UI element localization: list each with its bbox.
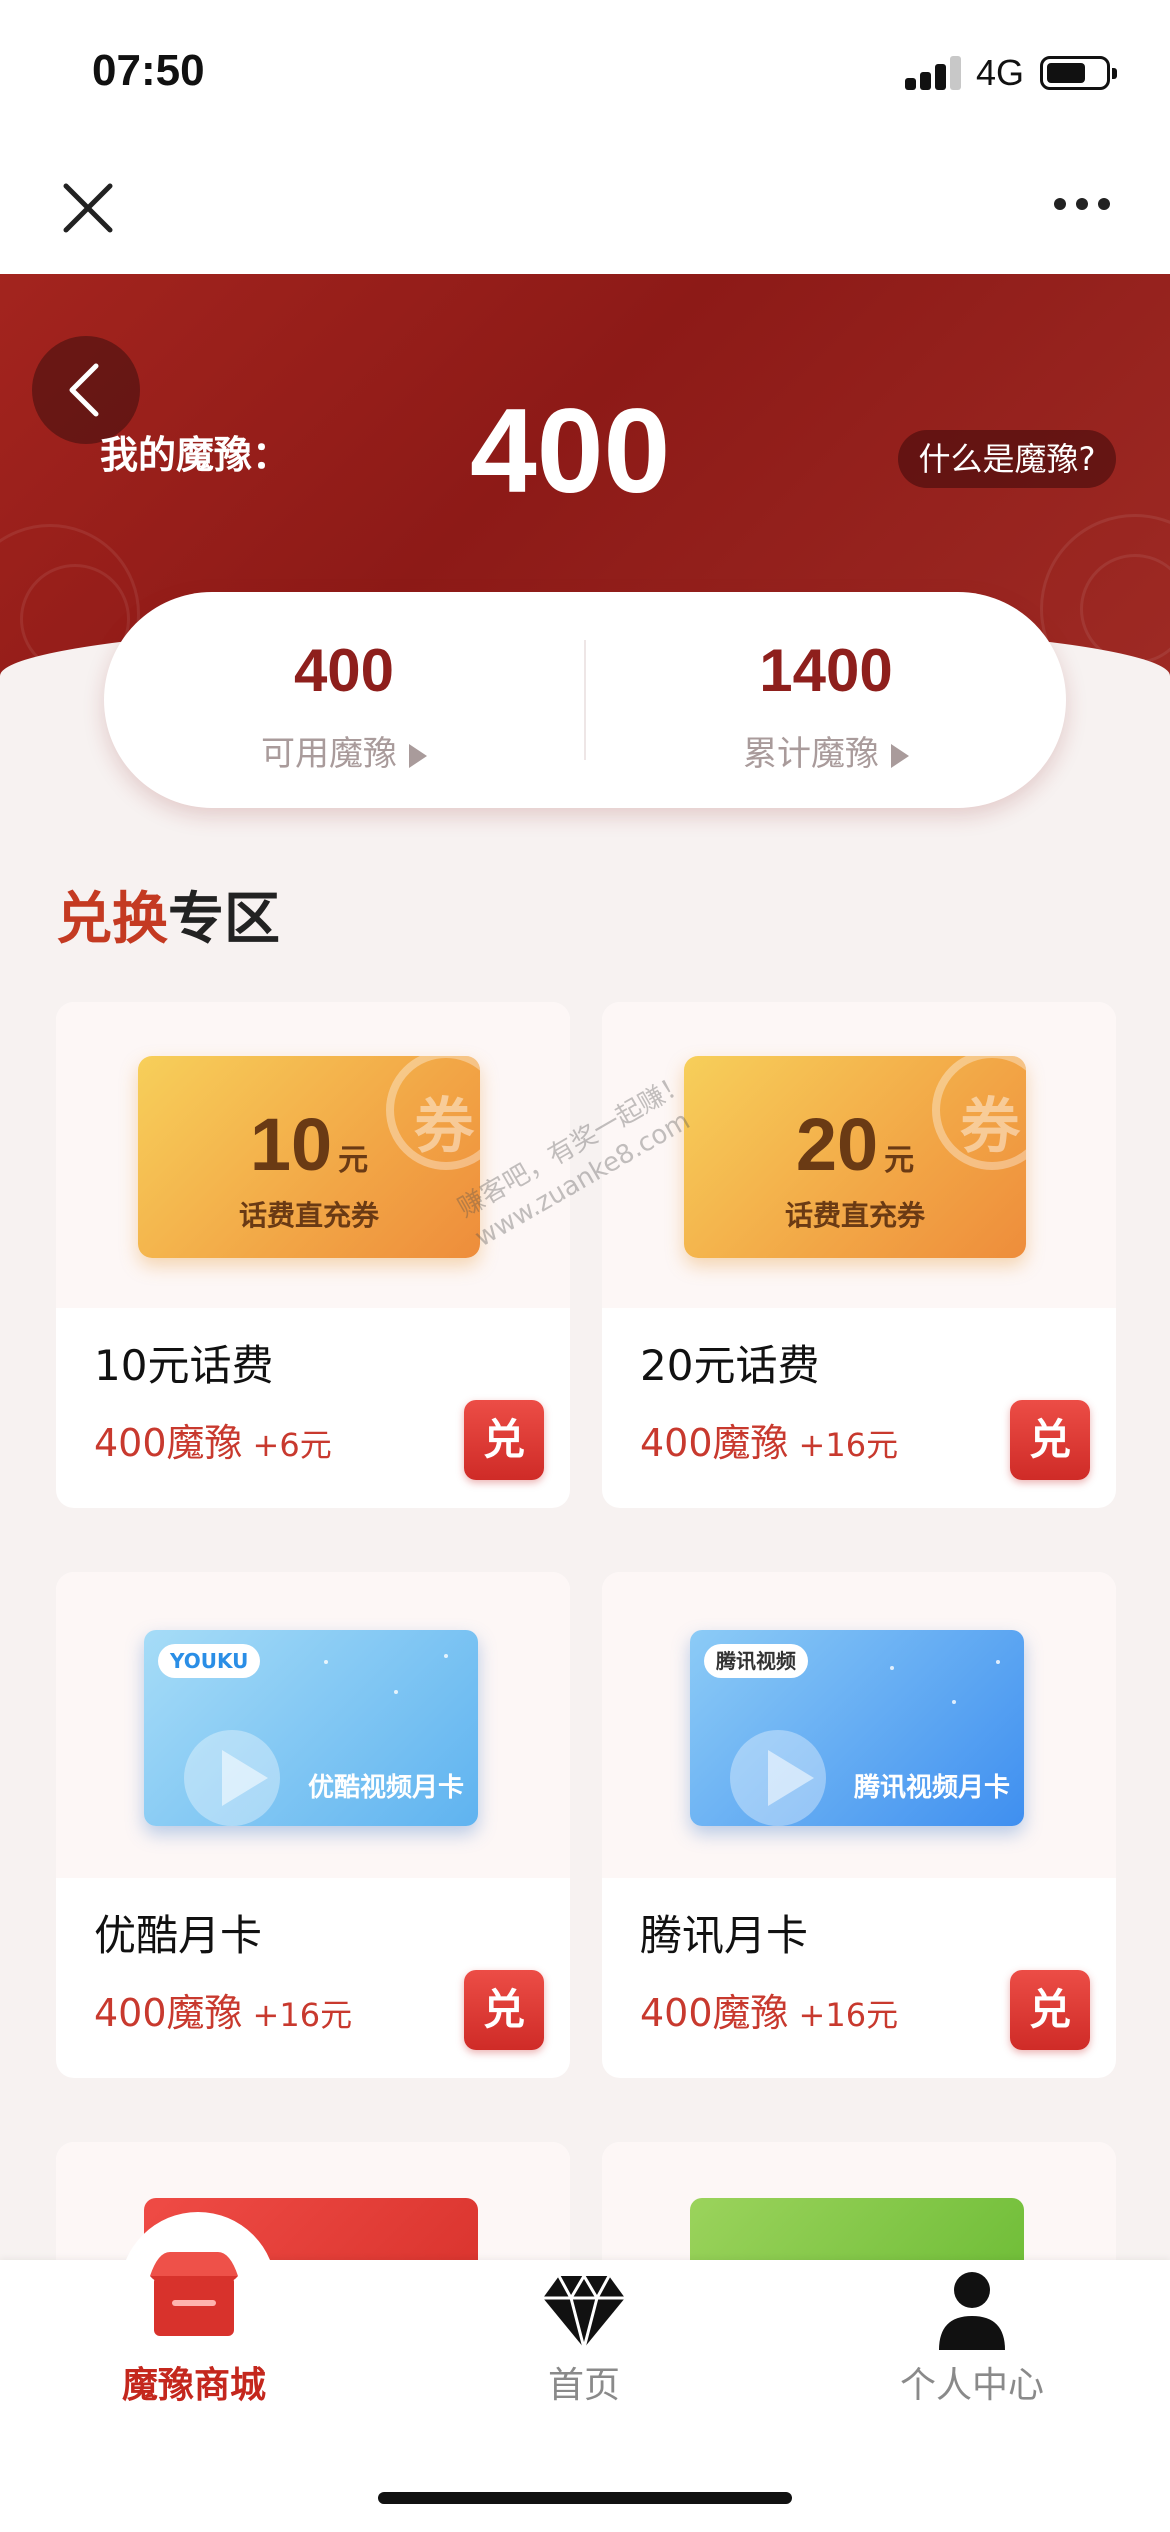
youku-card-image: YOUKU 优酷视频月卡: [144, 1630, 478, 1826]
nav-bar: [0, 140, 1170, 274]
youku-logo: YOUKU: [158, 1644, 261, 1678]
product-name: 10元话费: [94, 1341, 274, 1390]
section-title: 兑换专区: [56, 874, 280, 955]
my-points-label: 我的魔豫：: [100, 433, 291, 477]
available-points-label: 可用魔豫: [104, 726, 584, 775]
product-card-tencent[interactable]: 腾讯视频 腾讯视频月卡 腾讯月卡 400魔豫 +16元 兑: [602, 1572, 1116, 2078]
product-price: 400魔豫 +16元: [640, 1421, 899, 1465]
caret-right-icon: [891, 743, 909, 768]
available-points[interactable]: 400 可用魔豫: [104, 592, 584, 808]
diamond-icon: [543, 2273, 625, 2352]
product-name: 腾讯月卡: [640, 1911, 809, 1960]
product-price: 400魔豫 +6元: [94, 1421, 332, 1465]
tab-profile[interactable]: 个人中心: [822, 2260, 1122, 2406]
redeem-button[interactable]: 兑: [464, 1970, 544, 2050]
caret-right-icon: [409, 743, 427, 768]
redeem-button[interactable]: 兑: [1010, 1970, 1090, 2050]
status-time: 07:50: [92, 46, 205, 95]
product-name: 20元话费: [640, 1341, 820, 1390]
redeem-button[interactable]: 兑: [464, 1400, 544, 1480]
tab-label: 魔豫商城: [121, 2365, 266, 2406]
product-price: 400魔豫 +16元: [640, 1991, 899, 2035]
section-title-accent: 兑换: [56, 887, 168, 952]
product-price: 400魔豫 +16元: [94, 1991, 353, 2035]
my-points-value: 400: [470, 384, 671, 518]
points-stats-card: 400 可用魔豫 1400 累计魔豫: [104, 592, 1066, 808]
phone-coupon-image: 券 10 元 话费直充券: [138, 1056, 480, 1258]
tab-label: 首页: [547, 2365, 620, 2406]
product-card-youku[interactable]: YOUKU 优酷视频月卡 优酷月卡 400魔豫 +16元 兑: [56, 1572, 570, 2078]
signal-icon: [905, 56, 961, 90]
total-points-value: 1400: [759, 637, 893, 704]
more-icon[interactable]: [1054, 198, 1110, 214]
person-icon: [939, 2272, 1005, 2350]
home-indicator: [378, 2492, 792, 2504]
total-points[interactable]: 1400 累计魔豫: [586, 592, 1066, 808]
tab-store[interactable]: 魔豫商城: [44, 2252, 344, 2406]
close-icon[interactable]: [60, 180, 116, 236]
phone-coupon-image: 券 20 元 话费直充券: [684, 1056, 1026, 1258]
product-name: 优酷月卡: [94, 1911, 263, 1960]
battery-icon: [1040, 56, 1117, 90]
available-points-value: 400: [293, 637, 395, 704]
total-points-label: 累计魔豫: [586, 726, 1066, 775]
what-is-points-button[interactable]: 什么是魔豫?: [898, 430, 1116, 488]
chevron-left-icon: [69, 363, 99, 417]
network-type: 4G: [976, 52, 1025, 93]
store-icon: [150, 2252, 238, 2336]
redeem-button[interactable]: 兑: [1010, 1400, 1090, 1480]
status-bar: 07:50 4G: [0, 0, 1170, 140]
tab-home[interactable]: 首页: [434, 2260, 734, 2406]
tencent-card-image: 腾讯视频 腾讯视频月卡: [690, 1630, 1024, 1826]
section-title-rest: 专区: [168, 887, 280, 952]
tencent-video-logo: 腾讯视频: [704, 1644, 808, 1678]
tab-label: 个人中心: [899, 2365, 1044, 2406]
product-card-phone-10[interactable]: 券 10 元 话费直充券 10元话费 400魔豫 +6元 兑: [56, 1002, 570, 1508]
